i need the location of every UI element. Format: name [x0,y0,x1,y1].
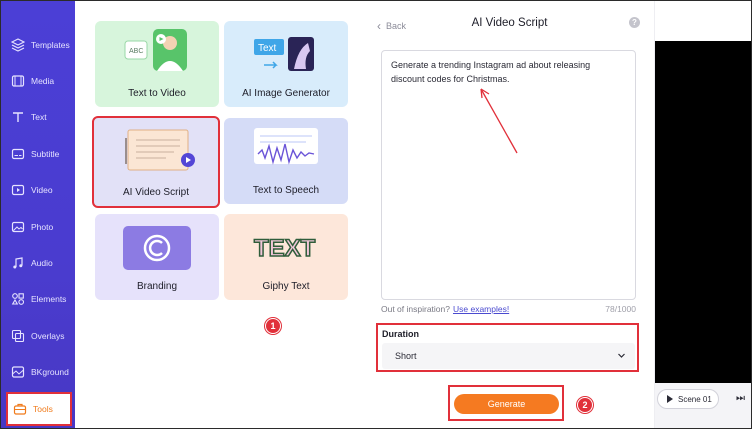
media-icon [11,75,25,87]
scene-play-button[interactable]: Scene 01 [657,389,719,409]
music-icon [13,257,23,269]
inspiration-text: Out of inspiration? [381,304,450,314]
play-icon [667,395,673,403]
sidebar-item-label: Text [31,112,47,122]
sidebar-item-elements[interactable]: Elements [1,282,75,316]
layers-icon [11,38,25,52]
use-examples-link[interactable]: Use examples! [453,304,509,314]
tool-card-giphy-text[interactable]: TEXT Giphy Text [224,214,348,300]
sidebar-item-video[interactable]: Video [1,173,75,207]
branding-illustration [95,214,219,276]
card-label: Branding [136,281,178,292]
card-label: Text to Speech [252,185,320,196]
duration-value: Short [395,351,417,361]
sidebar-item-tools[interactable]: Tools [6,392,72,426]
sidebar-item-label: Templates [31,40,70,50]
sidebar-item-label: Video [31,185,53,195]
sidebar-item-subtitle[interactable]: Subtitle [1,137,75,171]
background-icon [11,366,25,378]
sidebar-item-label: BKground [31,367,69,377]
sidebar-item-templates[interactable]: Templates [1,28,75,62]
step-badge-2: 2 [577,397,593,413]
tool-card-ai-video-script[interactable]: AI Video Script [92,116,220,208]
sidebar-item-overlays[interactable]: Overlays [1,319,75,353]
preview-area: Scene 01 ⏭ [654,1,751,428]
sidebar-item-label: Tools [33,404,53,414]
text-art-label: Text [258,43,277,54]
video-preview [655,41,751,383]
duration-select[interactable]: Short [382,343,635,369]
duration-section: Duration Short [376,323,639,372]
sidebar-item-text[interactable]: Text [1,100,75,134]
abc-art-label: ABC [129,48,143,55]
photo-icon [11,221,25,233]
generate-button[interactable]: Generate [454,394,559,414]
elements-icon [11,293,25,305]
tool-card-ai-image-generator[interactable]: Text AI Image Generator [224,21,348,107]
card-label: AI Video Script [123,187,189,198]
tool-card-text-to-video[interactable]: ABC Text to Video [95,21,219,107]
sidebar-item-label: Media [31,76,55,86]
panel-title: AI Video Script [471,17,548,29]
sidebar-item-label: Elements [31,294,67,304]
card-label: AI Image Generator [242,88,330,99]
overlays-icon [11,329,25,343]
sidebar-item-label: Subtitle [31,149,60,159]
sidebar-item-label: Photo [31,222,54,232]
text-to-speech-illustration [224,118,348,180]
ai-video-script-panel: ‹ Back AI Video Script ? Generate a tren… [365,1,654,428]
sidebar: Templates Media Text Subtitle Video Phot… [1,1,75,428]
text-to-video-illustration: ABC [95,21,219,83]
scene-label: Scene 01 [678,394,712,404]
chevron-down-icon [618,353,625,358]
generate-highlight: Generate [448,385,564,421]
annotation-arrow [480,88,518,154]
help-icon[interactable]: ? [629,17,640,28]
skip-next-icon[interactable]: ⏭ [736,393,745,404]
subtitle-icon [11,148,25,160]
app-window: Templates Media Text Subtitle Video Phot… [0,0,752,429]
video-icon [11,184,25,196]
sidebar-item-label: Audio [31,258,53,268]
char-count: 78/1000 [605,304,636,314]
sidebar-item-photo[interactable]: Photo [1,210,75,244]
sidebar-item-media[interactable]: Media [1,64,75,98]
giphy-text-illustration: TEXT [224,214,348,276]
step-badge-1: 1 [265,318,281,334]
giphy-art-label: TEXT [254,235,316,262]
card-label: Giphy Text [262,281,310,292]
text-icon [13,112,23,122]
timeline: Scene 01 ⏭ [655,383,751,428]
inspiration-row: Out of inspiration? Use examples! [381,304,509,314]
tools-panel: ABC Text to Video Text AI Image Generato… [75,1,365,428]
sidebar-item-audio[interactable]: Audio [1,246,75,280]
sidebar-item-label: Overlays [31,331,65,341]
ai-image-illustration: Text [224,21,348,83]
card-label: Text to Video [128,88,186,99]
toolbox-icon [13,403,27,415]
tool-card-branding[interactable]: Branding [95,214,219,300]
video-script-illustration [94,118,218,180]
duration-label: Duration [382,329,419,339]
tool-card-text-to-speech[interactable]: Text to Speech [224,118,348,204]
sidebar-item-bkground[interactable]: BKground [1,355,75,389]
